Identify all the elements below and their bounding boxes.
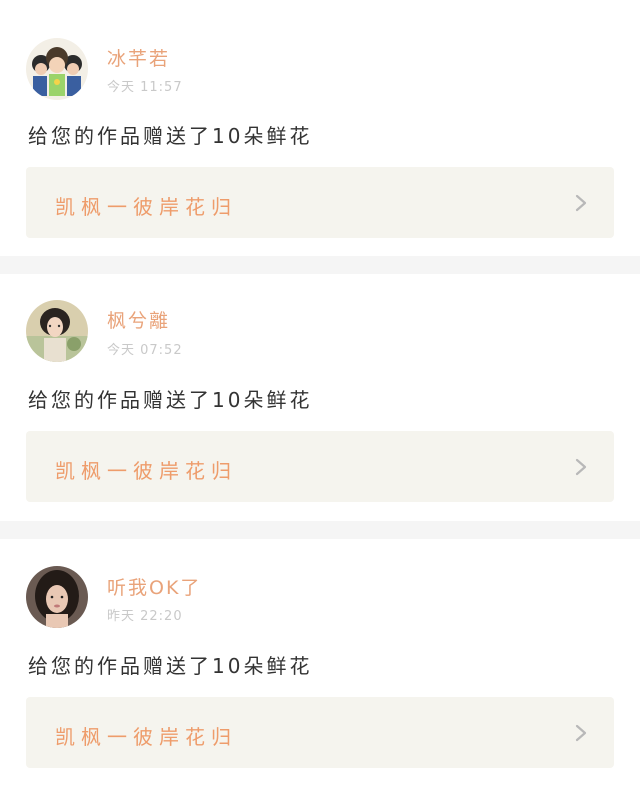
card-divider	[0, 521, 640, 539]
chevron-right-icon	[575, 724, 587, 742]
work-title: 凯枫一彼岸花归	[55, 195, 237, 219]
username[interactable]: 冰芊若	[107, 44, 170, 71]
work-title: 凯枫一彼岸花归	[55, 459, 237, 483]
notification-card: 听我OK了 昨天 22:20 给您的作品赠送了10朵鲜花 凯枫一彼岸花归	[0, 539, 640, 789]
username[interactable]: 枫兮離	[107, 306, 170, 333]
avatar-icon	[26, 38, 88, 100]
work-link[interactable]: 凯枫一彼岸花归	[26, 167, 614, 238]
username[interactable]: 听我OK了	[107, 573, 201, 600]
user-avatar[interactable]	[26, 38, 88, 100]
timestamp: 今天 07:52	[107, 343, 183, 358]
notification-feed: 冰芊若 今天 11:57 给您的作品赠送了10朵鲜花 凯枫一彼岸花归 枫兮離 今…	[0, 0, 640, 789]
card-divider	[0, 256, 640, 274]
work-title: 凯枫一彼岸花归	[55, 725, 237, 749]
avatar-icon	[26, 566, 88, 628]
chevron-right-icon	[575, 458, 587, 476]
timestamp: 昨天 22:20	[107, 609, 183, 624]
work-link[interactable]: 凯枫一彼岸花归	[26, 697, 614, 768]
notification-card: 冰芊若 今天 11:57 给您的作品赠送了10朵鲜花 凯枫一彼岸花归	[0, 0, 640, 256]
chevron-right-icon	[575, 194, 587, 212]
avatar-icon	[26, 300, 88, 362]
work-link[interactable]: 凯枫一彼岸花归	[26, 431, 614, 502]
user-avatar[interactable]	[26, 566, 88, 628]
user-avatar[interactable]	[26, 300, 88, 362]
message-text: 给您的作品赠送了10朵鲜花	[28, 388, 313, 412]
message-text: 给您的作品赠送了10朵鲜花	[28, 654, 313, 678]
message-text: 给您的作品赠送了10朵鲜花	[28, 124, 313, 148]
timestamp: 今天 11:57	[107, 80, 183, 95]
notification-card: 枫兮離 今天 07:52 给您的作品赠送了10朵鲜花 凯枫一彼岸花归	[0, 274, 640, 521]
